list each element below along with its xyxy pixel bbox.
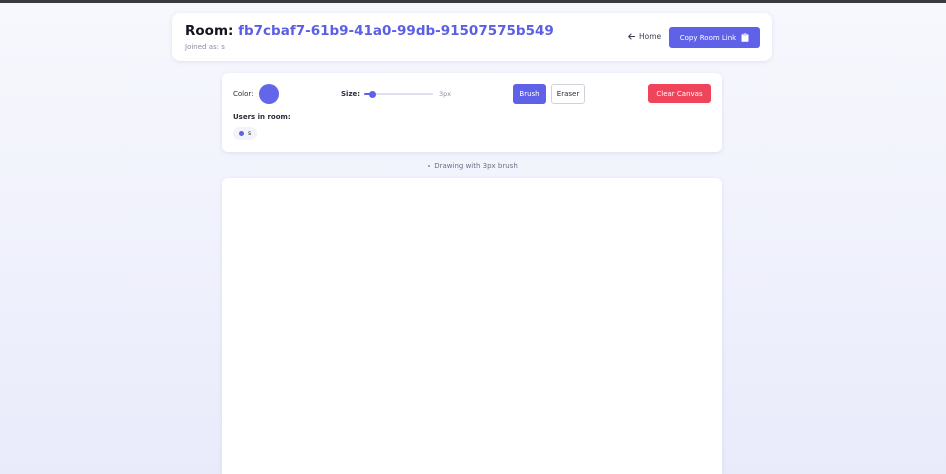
user-name: s bbox=[248, 130, 252, 137]
copy-button-label: Copy Room Link bbox=[679, 33, 737, 42]
drawing-toolbar: Color: Size: 3px Brush Eraser Clear Canv… bbox=[222, 73, 722, 152]
joined-as-text: Joined as: s bbox=[185, 43, 225, 51]
clipboard-icon bbox=[741, 33, 749, 42]
brush-button[interactable]: Brush bbox=[513, 84, 546, 104]
status-text: Drawing with 3px brush bbox=[434, 162, 518, 170]
home-link-label: Home bbox=[639, 32, 662, 41]
drawing-canvas[interactable] bbox=[222, 178, 722, 474]
color-picker[interactable] bbox=[259, 84, 279, 104]
user-online-dot bbox=[239, 131, 244, 136]
users-in-room-label: Users in room: bbox=[233, 113, 291, 121]
clear-canvas-button[interactable]: Clear Canvas bbox=[648, 84, 711, 103]
browser-top-bar bbox=[0, 0, 946, 3]
room-label: Room: bbox=[185, 23, 239, 39]
arrow-left-icon bbox=[628, 33, 636, 40]
brush-size-slider[interactable] bbox=[364, 90, 433, 98]
size-value: 3px bbox=[439, 90, 452, 98]
size-label: Size: bbox=[341, 90, 361, 98]
home-link[interactable]: Home bbox=[627, 32, 661, 41]
eraser-button[interactable]: Eraser bbox=[551, 84, 585, 104]
status-bullet-icon bbox=[428, 165, 431, 167]
copy-room-link-button[interactable]: Copy Room Link bbox=[669, 27, 760, 48]
room-header: Room: fb7cbaf7-61b9-41a0-99db-91507575b5… bbox=[172, 13, 772, 61]
color-label: Color: bbox=[233, 90, 254, 98]
user-chip: s bbox=[233, 127, 258, 140]
room-title: Room: fb7cbaf7-61b9-41a0-99db-91507575b5… bbox=[185, 23, 554, 39]
drawing-status: Drawing with 3px brush bbox=[0, 162, 946, 170]
room-id: fb7cbaf7-61b9-41a0-99db-91507575b549 bbox=[238, 23, 554, 39]
slider-thumb[interactable] bbox=[369, 90, 377, 98]
